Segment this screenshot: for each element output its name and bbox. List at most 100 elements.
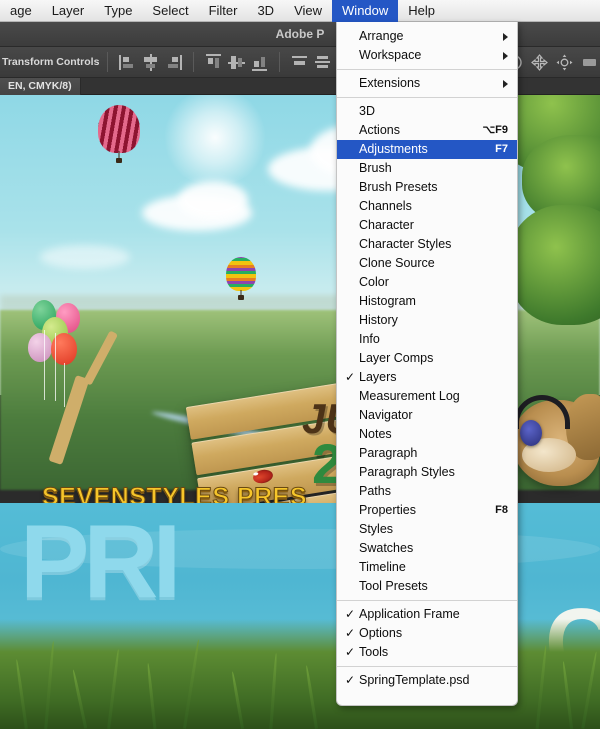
menu-item-layer-comps[interactable]: Layer Comps: [337, 349, 517, 368]
menu-item-layers[interactable]: ✓ Layers: [337, 368, 517, 387]
menubar-item-help[interactable]: Help: [398, 0, 445, 22]
align-vertical-centers-icon[interactable]: [228, 54, 246, 71]
cloud: [40, 245, 130, 269]
menu-item-options[interactable]: ✓ Options: [337, 624, 517, 643]
menu-item-character-styles[interactable]: Character Styles: [337, 235, 517, 254]
menu-item-label: Properties: [359, 503, 416, 517]
menubar-item-age[interactable]: age: [0, 0, 42, 22]
menu-item-adjustments[interactable]: Adjustments F7: [337, 140, 517, 159]
submenu-arrow-icon: [503, 32, 508, 41]
menu-item-clone-source[interactable]: Clone Source: [337, 254, 517, 273]
menu-item-label: Paragraph: [359, 446, 418, 460]
menu-item-notes[interactable]: Notes: [337, 425, 517, 444]
menubar-item-window[interactable]: Window: [332, 0, 399, 22]
menu-item-arrange[interactable]: Arrange: [337, 27, 517, 46]
menu-item-histogram[interactable]: Histogram: [337, 292, 517, 311]
menu-item-paragraph[interactable]: Paragraph: [337, 444, 517, 463]
menu-item-brush[interactable]: Brush: [337, 159, 517, 178]
menu-item-shortcut: ⌥F9: [482, 124, 508, 136]
hot-air-balloon-red: [98, 105, 140, 165]
menu-item-extensions[interactable]: Extensions: [337, 74, 517, 93]
distribute-vertical-centers-icon[interactable]: [314, 54, 331, 71]
distribute-top-edges-icon[interactable]: [291, 54, 308, 71]
menu-item-timeline[interactable]: Timeline: [337, 558, 517, 577]
menu-item-tool-presets[interactable]: Tool Presets: [337, 577, 517, 596]
menu-item-3d[interactable]: 3D: [337, 102, 517, 121]
menubar-item-type[interactable]: Type: [94, 0, 142, 22]
document-tab[interactable]: EN, CMYK/8): [0, 78, 81, 95]
menu-item-label: Info: [359, 332, 380, 346]
roll-3d-icon[interactable]: [556, 54, 573, 71]
menu-item-label: Arrange: [359, 29, 404, 43]
menu-item-swatches[interactable]: Swatches: [337, 539, 517, 558]
menu-item-paragraph-styles[interactable]: Paragraph Styles: [337, 463, 517, 482]
align-bottom-edges-icon[interactable]: [251, 54, 268, 71]
balloon-string: [44, 330, 45, 400]
menu-item-color[interactable]: Color: [337, 273, 517, 292]
transform-controls-label: Transform Controls: [2, 56, 100, 68]
menu-item-paths[interactable]: Paths: [337, 482, 517, 501]
check-icon: ✓: [345, 673, 356, 687]
tree-canopy: [508, 205, 600, 325]
menu-item-label: Clone Source: [359, 256, 435, 270]
menu-item-springtemplate-psd[interactable]: ✓ SpringTemplate.psd: [337, 671, 517, 690]
menu-bar[interactable]: age Layer Type Select Filter 3D View Window Help: [0, 0, 600, 22]
menu-item-label: Paths: [359, 484, 391, 498]
menu-item-label: Actions: [359, 123, 400, 137]
options-separator: [279, 52, 281, 72]
menu-item-tools[interactable]: ✓ Tools: [337, 643, 517, 662]
menu-item-navigator[interactable]: Navigator: [337, 406, 517, 425]
slide-3d-icon[interactable]: [581, 54, 598, 71]
options-separator: [193, 52, 195, 72]
menu-item-label: Timeline: [359, 560, 406, 574]
menu-item-label: Layers: [359, 370, 397, 384]
menubar-item-3d[interactable]: 3D: [247, 0, 284, 22]
menu-item-shortcut: F8: [495, 504, 508, 516]
menubar-item-filter[interactable]: Filter: [199, 0, 248, 22]
menu-item-label: Application Frame: [359, 607, 460, 621]
menu-item-styles[interactable]: Styles: [337, 520, 517, 539]
menu-item-label: Brush: [359, 161, 392, 175]
menu-item-label: Tool Presets: [359, 579, 428, 593]
menu-item-properties[interactable]: Properties F8: [337, 501, 517, 520]
menu-item-label: Layer Comps: [359, 351, 434, 365]
window-menu-dropdown[interactable]: Arrange Workspace Extensions 3D Actions ⌥F9 Ad…: [336, 22, 518, 706]
menu-item-actions[interactable]: Actions ⌥F9: [337, 121, 517, 140]
check-icon: ✓: [345, 370, 356, 384]
menu-item-label: Styles: [359, 522, 394, 536]
menubar-item-layer[interactable]: Layer: [42, 0, 95, 22]
party-balloon: [28, 333, 52, 362]
balloon-string: [55, 333, 56, 401]
menu-item-workspace[interactable]: Workspace: [337, 46, 517, 65]
menu-item-application-frame[interactable]: ✓ Application Frame: [337, 605, 517, 624]
menu-item-measurement-log[interactable]: Measurement Log: [337, 387, 517, 406]
balloon-string: [64, 363, 65, 407]
menu-separator: [337, 600, 517, 601]
hot-air-balloon-multicolor: [226, 257, 256, 301]
menu-item-label: Swatches: [359, 541, 414, 555]
menu-item-label: 3D: [359, 104, 375, 118]
pan-3d-icon[interactable]: [531, 53, 548, 71]
menu-separator: [337, 97, 517, 98]
menu-item-label: Notes: [359, 427, 392, 441]
align-right-edges-icon[interactable]: [165, 54, 183, 71]
submenu-arrow-icon: [503, 51, 508, 60]
align-horizontal-centers-icon[interactable]: [142, 53, 159, 71]
menu-item-history[interactable]: History: [337, 311, 517, 330]
menubar-item-view[interactable]: View: [284, 0, 332, 22]
artwork-big-word: PRI: [20, 504, 181, 620]
check-icon: ✓: [345, 626, 356, 640]
menu-item-label: Workspace: [359, 48, 422, 62]
menu-item-info[interactable]: Info: [337, 330, 517, 349]
menubar-item-select[interactable]: Select: [142, 0, 198, 22]
menu-item-label: Measurement Log: [359, 389, 460, 403]
options-separator: [107, 52, 109, 72]
menu-item-channels[interactable]: Channels: [337, 197, 517, 216]
menu-item-label: Character Styles: [359, 237, 452, 251]
menu-item-brush-presets[interactable]: Brush Presets: [337, 178, 517, 197]
menu-item-label: Histogram: [359, 294, 416, 308]
menu-item-character[interactable]: Character: [337, 216, 517, 235]
check-icon: ✓: [345, 645, 356, 659]
align-left-edges-icon[interactable]: [119, 54, 136, 71]
align-top-edges-icon[interactable]: [205, 53, 222, 71]
